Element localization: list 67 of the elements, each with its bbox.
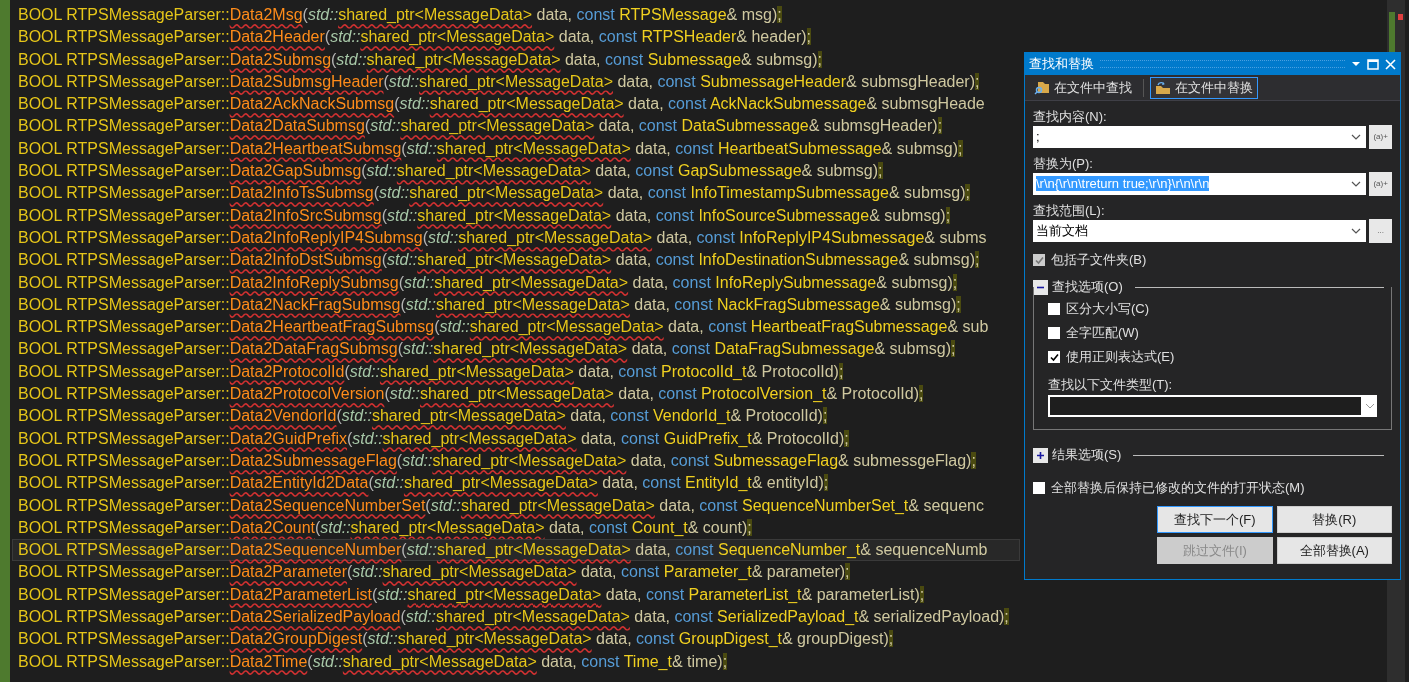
combo-field[interactable]: ; bbox=[1033, 126, 1367, 148]
code-line: BOOL RTPSMessageParser::Data2SequenceNumberSet(std::shared_ptr<MessageData> data, const SequenceNumberSet_t& sequenc bbox=[17, 495, 985, 516]
folder-search-icon bbox=[1034, 80, 1050, 95]
code-line: BOOL RTPSMessageParser::Data2Time(std::shared_ptr<MessageData> data, const Time_t& time); bbox=[17, 651, 729, 672]
section-label: 查找选项(O) bbox=[1052, 278, 1123, 297]
checkbox-label: 区分大小写(C) bbox=[1066, 300, 1150, 319]
code-line: BOOL RTPSMessageParser::Data2SerializedPayload(std::shared_ptr<MessageData> data, const SerializedPayload_t& serializedPayload); bbox=[17, 607, 1010, 628]
code-line: BOOL RTPSMessageParser::Data2DataSubmsg(std::shared_ptr<MessageData> data, const DataSubmessage& submsgHeader); bbox=[17, 116, 944, 137]
field-label: 替换为(P): bbox=[1033, 155, 1094, 172]
code-line: BOOL RTPSMessageParser::Data2InfoReplyIP4Submsg(std::shared_ptr<MessageData> data, const InfoReplyIP4Submessage& subms bbox=[17, 227, 988, 248]
chevron-down-icon[interactable] bbox=[1351, 181, 1362, 187]
tab[interactable]: 在文件中替换 bbox=[1150, 76, 1258, 99]
code-line: BOOL RTPSMessageParser::Data2HeartbeatFragSubmsg(std::shared_ptr<MessageData> data, const HeartbeatFragSubmessage& sub bbox=[17, 317, 990, 338]
dropdown-icon[interactable] bbox=[1351, 61, 1361, 67]
code-line: BOOL RTPSMessageParser::Data2Parameter(std::shared_ptr<MessageData> data, const Parameter_t& parameter); bbox=[17, 562, 851, 583]
close-icon[interactable] bbox=[1385, 58, 1396, 70]
code-line: BOOL RTPSMessageParser::Data2AckNackSubmsg(std::shared_ptr<MessageData> data, const AckNackSubmessage& submsgHeade bbox=[17, 94, 986, 115]
expand-button[interactable] bbox=[1033, 447, 1048, 463]
code-line: BOOL RTPSMessageParser::Data2ProtocolId(std::shared_ptr<MessageData> data, const ProtocolId_t& ProtocolId); bbox=[17, 361, 845, 382]
maximize-icon[interactable] bbox=[1367, 58, 1379, 70]
code-line: BOOL RTPSMessageParser::Data2InfoSrcSubmsg(std::shared_ptr<MessageData> data, const InfoSourceSubmessage& submsg); bbox=[17, 205, 952, 226]
code-line: BOOL RTPSMessageParser::Data2SubmsgHeader(std::shared_ptr<MessageData> data, const SubmessageHeader& submsgHeader); bbox=[17, 71, 981, 92]
code-line: BOOL RTPSMessageParser::Data2Count(std::shared_ptr<MessageData> data, const Count_t& count); bbox=[17, 517, 753, 538]
checkbox-label: 包括子文件夹(B) bbox=[1051, 251, 1147, 270]
collapse-button[interactable] bbox=[1033, 279, 1048, 295]
window-title: 查找和替换 bbox=[1029, 55, 1094, 74]
checkbox[interactable] bbox=[1048, 351, 1060, 363]
code-line: BOOL RTPSMessageParser::Data2VendorId(std::shared_ptr<MessageData> data, const VendorId_t& ProtocolId); bbox=[17, 406, 829, 427]
field-label: 查找以下文件类型(T): bbox=[1048, 376, 1174, 393]
tab[interactable]: 在文件中查找 bbox=[1029, 76, 1137, 99]
file-type-field[interactable] bbox=[1048, 395, 1377, 417]
section-label: 结果选项(S) bbox=[1052, 446, 1122, 465]
code-line: BOOL RTPSMessageParser::Data2ParameterList(std::shared_ptr<MessageData> data, const ParameterList_t& parameterList); bbox=[17, 584, 926, 605]
code-line: BOOL RTPSMessageParser::Data2GapSubmsg(std::shared_ptr<MessageData> data, const GapSubmessage& submsg); bbox=[17, 161, 884, 182]
dialog-button[interactable]: 全部替换(A) bbox=[1276, 537, 1392, 564]
checkbox-label: 全部替换后保持已修改的文件的打开状态(M) bbox=[1051, 479, 1305, 498]
checkbox[interactable] bbox=[1048, 303, 1060, 315]
field-label: 查找内容(N): bbox=[1033, 108, 1108, 125]
code-line: BOOL RTPSMessageParser::Data2Submsg(std::shared_ptr<MessageData> data, const Submessage& submsg); bbox=[17, 49, 823, 70]
code-line: BOOL RTPSMessageParser::Data2Header(std::shared_ptr<MessageData> data, const RTPSHeader& header); bbox=[17, 27, 813, 48]
checkbox-label: 全字匹配(W) bbox=[1066, 324, 1139, 343]
combo-field[interactable]: 当前文档 bbox=[1033, 220, 1367, 242]
code-line: BOOL RTPSMessageParser::Data2InfoReplySubmsg(std::shared_ptr<MessageData> data, const InfoReplySubmessage& submsg); bbox=[17, 272, 959, 293]
code-line: BOOL RTPSMessageParser::Data2InfoTsSubmsg(std::shared_ptr<MessageData> data, const InfoTimestampSubmessage& submsg); bbox=[17, 183, 971, 204]
expression-builder-button[interactable]: (a)+ bbox=[1369, 172, 1392, 196]
code-line: BOOL RTPSMessageParser::Data2DataFragSubmsg(std::shared_ptr<MessageData> data, const DataFragSubmessage& submsg); bbox=[17, 339, 957, 360]
code-line: BOOL RTPSMessageParser::Data2InfoDstSubmsg(std::shared_ptr<MessageData> data, const InfoDestinationSubmessage& submsg); bbox=[17, 250, 981, 271]
chevron-down-icon[interactable] bbox=[1351, 228, 1362, 234]
code-line: BOOL RTPSMessageParser::Data2HeartbeatSubmsg(std::shared_ptr<MessageData> data, const HeartbeatSubmessage& submsg); bbox=[17, 138, 964, 159]
plus-icon bbox=[1036, 450, 1045, 460]
code-line: BOOL RTPSMessageParser::Data2Msg(std::shared_ptr<MessageData> data, const RTPSMessage& msg); bbox=[17, 5, 783, 25]
chevron-down-icon[interactable] bbox=[1351, 134, 1362, 140]
checkbox[interactable] bbox=[1048, 327, 1060, 339]
dialog-button[interactable]: 替换(R) bbox=[1276, 506, 1392, 533]
field-label: 查找范围(L): bbox=[1033, 202, 1106, 219]
code-line: BOOL RTPSMessageParser::Data2EntityId2Data(std::shared_ptr<MessageData> data, const EntityId_t& entityId); bbox=[17, 473, 830, 494]
folder-swap-icon bbox=[1155, 80, 1171, 95]
code-line: BOOL RTPSMessageParser::Data2SubmessageFlag(std::shared_ptr<MessageData> data, const SubmessageFlag& submessgeFlag); bbox=[17, 450, 977, 471]
browse-button[interactable]: ... bbox=[1369, 219, 1392, 243]
dialog-button[interactable]: 查找下一个(F) bbox=[1157, 506, 1273, 533]
expression-builder-button[interactable]: (a)+ bbox=[1369, 125, 1392, 149]
code-line: BOOL RTPSMessageParser::Data2GroupDigest(std::shared_ptr<MessageData> data, const GroupDigest_t& groupDigest); bbox=[17, 629, 895, 650]
code-line: BOOL RTPSMessageParser::Data2NackFragSubmsg(std::shared_ptr<MessageData> data, const NackFragSubmessage& submsg); bbox=[17, 294, 962, 315]
code-line: BOOL RTPSMessageParser::Data2ProtocolVersion(std::shared_ptr<MessageData> data, const ProtocolVersion_t& ProtocolId); bbox=[17, 384, 925, 405]
code-line: BOOL RTPSMessageParser::Data2GuidPrefix(std::shared_ptr<MessageData> data, const GuidPrefix_t& ProtocolId); bbox=[17, 428, 850, 449]
checkbox-label: 使用正则表达式(E) bbox=[1066, 348, 1175, 367]
checkbox[interactable] bbox=[1033, 482, 1045, 494]
